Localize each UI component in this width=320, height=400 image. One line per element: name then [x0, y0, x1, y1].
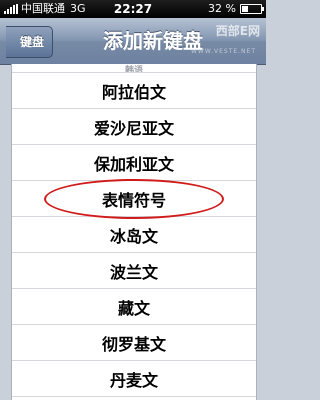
- list-item[interactable]: 阿拉伯文: [12, 73, 256, 109]
- watermark: 西部E网: [215, 24, 260, 38]
- navigation-bar: 键盘 添加新键盘 西部E网 WWW.VESTE.NET: [0, 18, 266, 65]
- battery-percent: 32 %: [208, 2, 236, 15]
- list-item-label: 阿拉伯文: [101, 82, 166, 102]
- status-right: 32 %: [208, 0, 264, 18]
- list-item[interactable]: 波兰文: [12, 253, 256, 289]
- list-item-label: 彻罗基文: [101, 334, 166, 354]
- keyboard-list: 韩语 阿拉伯文 爱沙尼亚文 保加利亚文 表情符号 冰岛文 波兰文 藏文 彻罗基文…: [11, 64, 257, 400]
- list-item[interactable]: 彻罗基文: [12, 325, 256, 361]
- status-bar: 中国联通 3G 22:27 32 %: [0, 0, 266, 18]
- list-item-label: 冰岛文: [109, 226, 158, 246]
- watermark-url: WWW.VESTE.NET: [190, 48, 256, 55]
- list-item[interactable]: 爱沙尼亚文: [12, 109, 256, 145]
- list-item-label: 波兰文: [109, 262, 158, 282]
- list-item[interactable]: 藏文: [12, 289, 256, 325]
- list-item-partial[interactable]: 韩语: [12, 64, 256, 73]
- list-item[interactable]: 丹麦文: [12, 361, 256, 397]
- red-circle-annotation: [44, 178, 224, 219]
- list-item[interactable]: 冰岛文: [12, 217, 256, 253]
- list-item-label: 保加利亚文: [93, 154, 174, 174]
- list-item-label: 韩语: [124, 66, 143, 73]
- list-item-label: 丹麦文: [109, 370, 158, 390]
- list-item[interactable]: 保加利亚文: [12, 145, 256, 181]
- battery-icon: [240, 4, 264, 14]
- list-item-emoji[interactable]: 表情符号: [12, 178, 256, 219]
- list-item-label: 爱沙尼亚文: [93, 118, 174, 138]
- list-item-label: 藏文: [117, 298, 150, 318]
